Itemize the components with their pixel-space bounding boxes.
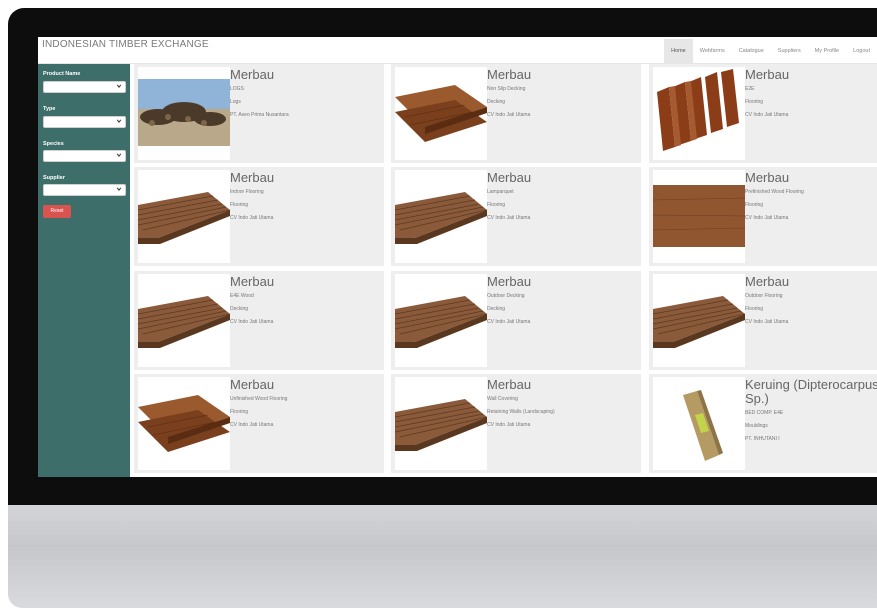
monitor-chin (8, 505, 877, 608)
product-title[interactable]: Merbau (745, 275, 789, 289)
nav-logout[interactable]: Logout (846, 39, 877, 63)
product-type: Flooring (230, 202, 249, 208)
product-title[interactable]: Merbau (487, 171, 531, 185)
product-title[interactable]: Merbau (230, 378, 274, 392)
nav-webfarms[interactable]: Webfarms (693, 39, 732, 63)
product-image[interactable] (653, 67, 745, 160)
product-name-select[interactable] (43, 81, 126, 93)
product-supplier: CV Indo Jati Utama (487, 319, 531, 325)
filter-label-product-name: Product Name (43, 71, 81, 77)
product-title[interactable]: Merbau (745, 171, 789, 185)
product-title[interactable]: Merbau (487, 68, 531, 82)
product-card[interactable]: Merbau E2E Flooring CV Indo Jati Utama (649, 64, 877, 163)
product-image[interactable] (395, 170, 487, 263)
chevron-down-icon (116, 119, 122, 123)
product-type: Flooring (745, 306, 764, 312)
product-name: Outdoor Decking (487, 293, 525, 299)
product-supplier: CV Indo Jati Utama (230, 422, 274, 428)
product-name: E4E Wood (230, 293, 254, 299)
product-name: Lamparquet (487, 189, 514, 195)
product-type: Decking (487, 99, 506, 105)
screen: INDONESIAN TIMBER EXCHANGE Home Webfarms… (38, 37, 877, 477)
product-supplier: CV Indo Jati Utama (745, 319, 789, 325)
product-name: E2E (745, 86, 755, 92)
nav-home[interactable]: Home (664, 39, 693, 63)
product-card[interactable]: Merbau Wall Covering Retaining Walls (Land… (391, 374, 641, 473)
reset-button[interactable]: Reset (43, 205, 71, 218)
product-type: Logs (230, 99, 241, 105)
product-name: Prefinished Wood Flooring (745, 189, 804, 195)
product-supplier: CV Indo Jati Utama (230, 215, 274, 221)
species-select[interactable] (43, 150, 126, 162)
product-image[interactable] (653, 377, 745, 470)
product-title[interactable]: Merbau (230, 275, 274, 289)
product-card[interactable]: Merbau Prefinished Wood Flooring Flooring C… (649, 167, 877, 266)
product-type: Retaining Walls (Landscaping) (487, 409, 555, 415)
product-name: Indoor Flooring (230, 189, 264, 195)
product-type: Flooring (745, 99, 764, 105)
filter-sidebar: Product Name Type Species Supplier Reset (38, 64, 130, 477)
product-type: Flooring (745, 202, 764, 208)
product-title[interactable]: Merbau (487, 378, 531, 392)
product-supplier: PT. Aseo Prima Nusantara (230, 112, 289, 118)
product-image[interactable] (138, 67, 230, 160)
product-image[interactable] (395, 377, 487, 470)
product-name: Wall Covering (487, 396, 518, 402)
product-type: Mouldings (745, 423, 768, 429)
chevron-down-icon (116, 187, 122, 191)
supplier-select[interactable] (43, 184, 126, 196)
main-nav: Home Webfarms Catalogue Suppliers My Pro… (664, 39, 877, 63)
product-type: Flooring (230, 409, 249, 415)
nav-my-profile[interactable]: My Profile (808, 39, 846, 63)
type-select[interactable] (43, 116, 126, 128)
filter-label-species: Species (43, 141, 64, 147)
product-supplier: CV Indo Jati Utama (745, 112, 789, 118)
product-image[interactable] (395, 67, 487, 160)
product-supplier: CV Indo Jati Utama (745, 215, 789, 221)
chevron-down-icon (116, 153, 122, 157)
site-brand[interactable]: INDONESIAN TIMBER EXCHANGE (42, 39, 209, 50)
product-card[interactable]: Merbau Outdoor Decking Decking CV Indo Jati… (391, 271, 641, 370)
product-name: Non Slip Decking (487, 86, 526, 92)
product-name: Unfinished Wood Flooring (230, 396, 288, 402)
product-image[interactable] (653, 274, 745, 367)
filter-label-type: Type (43, 106, 56, 112)
nav-catalogue[interactable]: Catalogue (732, 39, 771, 63)
product-image[interactable] (138, 170, 230, 263)
product-grid: Merbau LOGS Logs PT. Aseo Prima Nusantara Me… (130, 64, 877, 477)
product-type: Decking (230, 306, 249, 312)
product-card[interactable]: Merbau Unfinished Wood Flooring Flooring CV… (134, 374, 384, 473)
product-image[interactable] (138, 377, 230, 470)
product-card[interactable]: Merbau Outdoor Flooring Flooring CV Indo Ja… (649, 271, 877, 370)
product-card[interactable]: Keruing (Dipterocarpus Sp.) BED COMP. E4E… (649, 374, 877, 473)
product-card[interactable]: Merbau E4E Wood Decking CV Indo Jati Utama (134, 271, 384, 370)
product-supplier: PT. INHUTANI I (745, 436, 780, 442)
chevron-down-icon (116, 84, 122, 88)
product-supplier: CV Indo Jati Utama (487, 422, 531, 428)
product-title[interactable]: Merbau (230, 68, 274, 82)
product-title[interactable]: Keruing (Dipterocarpus Sp.) (745, 378, 877, 406)
product-image[interactable] (653, 170, 745, 263)
product-card[interactable]: Merbau Lamparquet Flooring CV Indo Jati Uta… (391, 167, 641, 266)
product-card[interactable]: Merbau Non Slip Decking Decking CV Indo Jat… (391, 64, 641, 163)
product-supplier: CV Indo Jati Utama (230, 319, 274, 325)
product-name: BED COMP. E4E (745, 410, 784, 416)
filter-label-supplier: Supplier (43, 175, 66, 181)
product-type: Flooring (487, 202, 506, 208)
product-name: Outdoor Flooring (745, 293, 783, 299)
product-title[interactable]: Merbau (230, 171, 274, 185)
product-card[interactable]: Merbau Indoor Flooring Flooring CV Indo Jat… (134, 167, 384, 266)
product-card[interactable]: Merbau LOGS Logs PT. Aseo Prima Nusantara (134, 64, 384, 163)
product-supplier: CV Indo Jati Utama (487, 112, 531, 118)
product-image[interactable] (395, 274, 487, 367)
product-image[interactable] (138, 274, 230, 367)
product-title[interactable]: Merbau (745, 68, 789, 82)
product-title[interactable]: Merbau (487, 275, 531, 289)
nav-suppliers[interactable]: Suppliers (771, 39, 808, 63)
top-navbar: INDONESIAN TIMBER EXCHANGE Home Webfarms… (38, 37, 877, 64)
product-supplier: CV Indo Jati Utama (487, 215, 531, 221)
product-name: LOGS (230, 86, 244, 92)
product-type: Decking (487, 306, 506, 312)
